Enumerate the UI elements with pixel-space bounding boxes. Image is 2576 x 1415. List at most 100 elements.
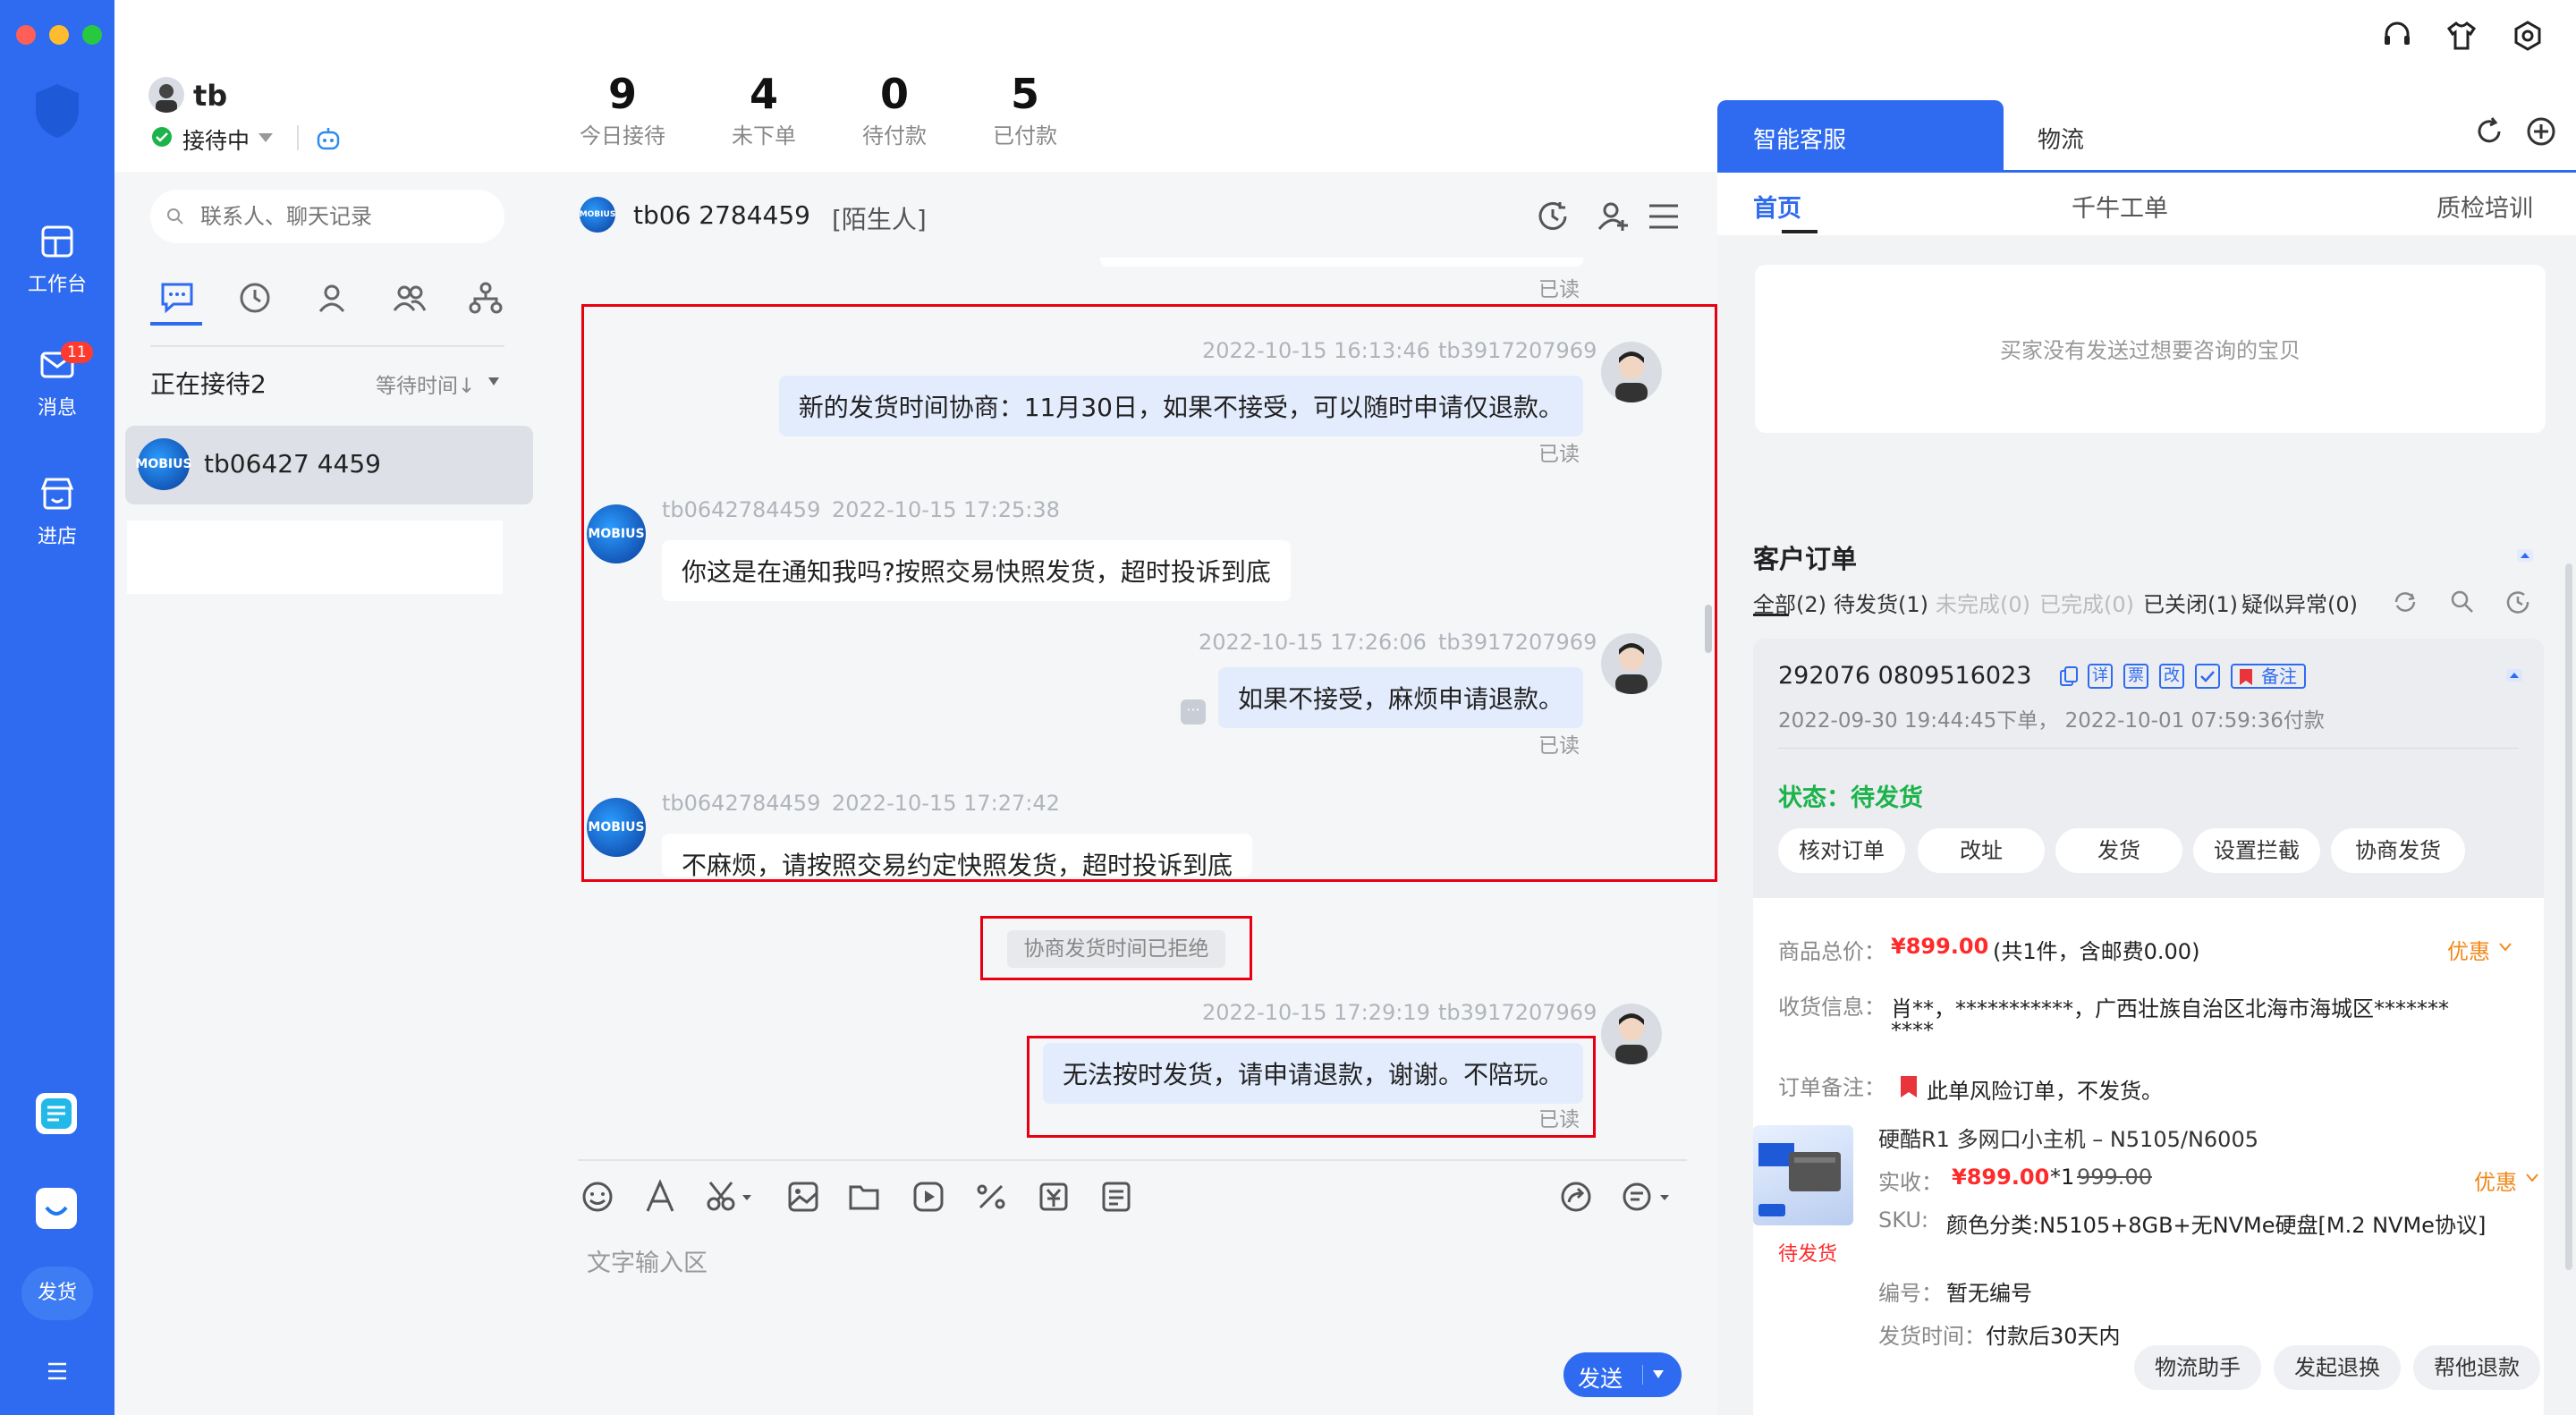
address-value[interactable]: 肖**，***********，广西壮族自治区北海市海城区******* xyxy=(1891,991,2449,1022)
logistics-assistant-button[interactable]: 物流助手 xyxy=(2134,1345,2261,1390)
order-note-icon[interactable] xyxy=(1098,1179,1134,1215)
agent-avatar[interactable] xyxy=(1601,1004,1662,1064)
user-avatar[interactable] xyxy=(148,77,184,113)
filter-incomplete[interactable]: 未完成(0) xyxy=(1936,587,2030,618)
zoom-window-button[interactable] xyxy=(82,25,102,45)
refund-for-buyer-button[interactable]: 帮他退款 xyxy=(2413,1345,2540,1390)
message-bubble[interactable]: 如果不接受，麻烦申请退款。 xyxy=(1217,667,1583,728)
rail-item-store[interactable]: 进店 xyxy=(0,474,114,549)
customer-avatar[interactable]: MOBIUS xyxy=(587,798,646,857)
more-options-icon[interactable]: ··· xyxy=(1181,699,1206,724)
stat-paid[interactable]: 5 已付款 xyxy=(962,70,1088,149)
product-discount-link[interactable]: 优惠 xyxy=(2474,1165,2517,1196)
order-id[interactable]: 292076 0809516023 xyxy=(1778,662,2031,690)
add-contact-icon[interactable] xyxy=(1596,199,1631,234)
modify-tag[interactable]: 改 xyxy=(2159,664,2184,689)
collapse-icon[interactable] xyxy=(2506,669,2522,682)
message-bubble[interactable]: 无法按时发货，请申请退款，谢谢。不陪玩。 xyxy=(1042,1043,1583,1104)
contact-search-input[interactable] xyxy=(200,199,487,234)
message-bubble[interactable]: 不麻烦，请按照交易约定快照发货，超时投诉到底 xyxy=(662,834,1253,877)
contact-item-active[interactable]: MOBIUS tb06427 4459 xyxy=(125,426,533,504)
detail-tag[interactable]: 详 xyxy=(2088,664,2113,689)
add-circle-icon[interactable] xyxy=(2526,116,2556,147)
menu-icon[interactable] xyxy=(47,1361,68,1381)
collapse-icon[interactable] xyxy=(2517,549,2533,562)
group-icon[interactable] xyxy=(392,281,428,315)
message-bubble[interactable]: 新的发货时间协商：11月30日，如果不接受，可以随时申请仅退款。 xyxy=(778,376,1583,436)
shirt-icon[interactable] xyxy=(2445,20,2478,52)
message-bubble[interactable]: 你这是在通知我吗?按照交易快照发货，超时投诉到底 xyxy=(662,540,1291,601)
font-icon[interactable] xyxy=(642,1179,678,1215)
sync-icon[interactable] xyxy=(2392,589,2419,615)
filter-complete[interactable]: 已完成(0) xyxy=(2039,587,2134,618)
assistant-app-button[interactable] xyxy=(36,1188,77,1229)
settings-icon[interactable] xyxy=(2512,20,2544,52)
check-tag[interactable] xyxy=(2195,664,2220,689)
tab-smart-service[interactable]: 智能客服 xyxy=(1717,100,2004,172)
chat-scrollbar[interactable] xyxy=(1705,605,1712,653)
chevron-down-icon[interactable] xyxy=(1653,1370,1664,1378)
folder-icon[interactable] xyxy=(846,1179,882,1215)
org-chart-icon[interactable] xyxy=(469,281,503,315)
coupon-icon[interactable] xyxy=(1036,1179,1072,1215)
stat-pending-payment[interactable]: 0 待付款 xyxy=(832,70,957,149)
verify-order-button[interactable]: 核对订单 xyxy=(1778,828,1905,873)
filter-pending-ship[interactable]: 待发货(1) xyxy=(1834,587,1928,618)
share-icon[interactable] xyxy=(1558,1179,1594,1215)
ship-button[interactable]: 发货 xyxy=(2055,828,2182,873)
scissors-icon[interactable] xyxy=(705,1179,755,1215)
ship-shortcut-button[interactable]: 发货 xyxy=(21,1267,93,1320)
invoice-tag[interactable]: 票 xyxy=(2123,664,2148,689)
agent-avatar[interactable] xyxy=(1601,342,1662,402)
close-window-button[interactable] xyxy=(16,25,36,45)
notes-app-button[interactable] xyxy=(36,1093,77,1134)
headset-icon[interactable] xyxy=(2381,20,2413,52)
reception-status[interactable]: 接待中 xyxy=(182,123,250,156)
message-input[interactable]: 文字输入区 xyxy=(587,1243,708,1278)
initiate-return-button[interactable]: 发起退换 xyxy=(2274,1345,2401,1390)
chat-contact-name[interactable]: tb06 2784459 xyxy=(633,200,810,230)
chevron-down-icon[interactable] xyxy=(258,132,274,143)
rail-item-workbench[interactable]: 工作台 xyxy=(0,222,114,297)
send-button[interactable]: 发送 xyxy=(1563,1352,1682,1397)
person-icon[interactable] xyxy=(315,281,349,315)
right-scrollbar[interactable] xyxy=(2565,563,2572,1270)
video-icon[interactable] xyxy=(911,1179,946,1215)
refresh-icon[interactable] xyxy=(2474,116,2504,147)
copy-icon[interactable] xyxy=(2059,665,2079,687)
clock-icon[interactable] xyxy=(238,281,272,315)
customer-avatar[interactable]: MOBIUS xyxy=(587,504,646,563)
search-icon[interactable] xyxy=(2449,589,2476,615)
chevron-down-icon[interactable] xyxy=(2499,943,2512,952)
chat-bubble-icon[interactable] xyxy=(159,281,195,313)
history-icon[interactable] xyxy=(1535,199,1571,234)
stat-today[interactable]: 9 今日接待 xyxy=(560,70,685,149)
chevron-down-icon[interactable] xyxy=(488,377,499,386)
stat-unordered[interactable]: 4 未下单 xyxy=(701,70,826,149)
subtab-qa-training[interactable]: 质检培训 xyxy=(2436,189,2533,224)
change-address-button[interactable]: 改址 xyxy=(1918,828,2045,873)
discount-icon[interactable] xyxy=(973,1179,1009,1215)
history-icon[interactable] xyxy=(2504,589,2531,615)
contact-item-placeholder[interactable] xyxy=(127,521,503,594)
subtab-qianniu-ticket[interactable]: 千牛工单 xyxy=(2072,189,2168,224)
robot-icon[interactable] xyxy=(315,125,342,152)
sort-dropdown[interactable]: 等待时间↓ xyxy=(376,369,475,399)
negotiate-ship-button[interactable]: 协商发货 xyxy=(2331,828,2465,873)
remark-tag[interactable]: 备注 xyxy=(2231,664,2306,689)
emoji-icon[interactable] xyxy=(580,1179,615,1215)
menu-icon[interactable] xyxy=(1648,202,1680,231)
chevron-down-icon[interactable] xyxy=(2526,1174,2538,1182)
product-name[interactable]: 硬酷R1 多网口小主机 – N5105/N6005 xyxy=(1878,1122,2258,1153)
contact-search-box[interactable] xyxy=(150,190,504,243)
filter-abnormal[interactable]: 疑似异常(0) xyxy=(2241,587,2358,618)
filter-closed[interactable]: 已关闭(1) xyxy=(2143,587,2238,618)
rail-item-messages[interactable]: 11 消息 xyxy=(0,342,114,420)
quick-reply-icon[interactable] xyxy=(1621,1179,1673,1215)
agent-avatar[interactable] xyxy=(1601,633,1662,694)
tab-logistics[interactable]: 物流 xyxy=(2038,122,2084,155)
subtab-home[interactable]: 首页 xyxy=(1753,189,1801,224)
product-thumbnail[interactable] xyxy=(1753,1125,1853,1225)
minimize-window-button[interactable] xyxy=(49,25,69,45)
image-icon[interactable] xyxy=(785,1179,821,1215)
